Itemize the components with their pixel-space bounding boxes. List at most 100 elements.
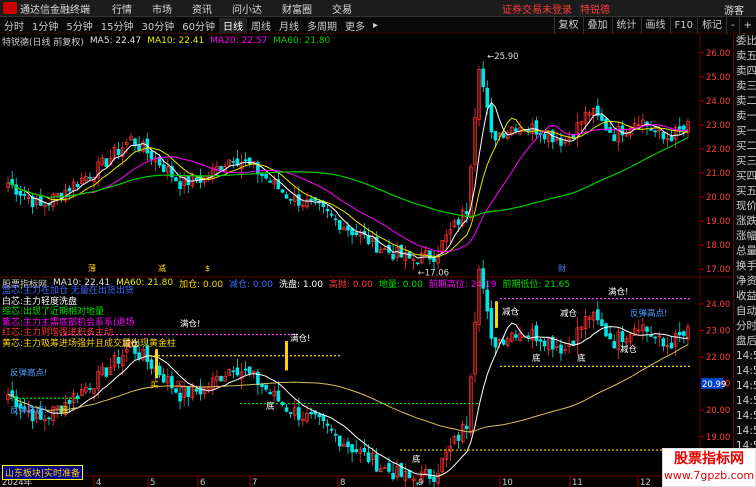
period-daily[interactable]: 日线	[218, 17, 247, 33]
menu-quotes[interactable]: 行情	[112, 1, 132, 16]
ind-candle-body	[653, 336, 657, 339]
restore-rights-button[interactable]: 复权	[553, 17, 583, 34]
side-item[interactable]: 盘后	[734, 334, 756, 349]
chart-canvas[interactable]: 26.00 25.00 24.00 23.00 22.00 21.00 20.00 19.00…	[0, 34, 733, 487]
high-price-label: ←25.90	[487, 52, 518, 62]
side-item[interactable]: 14:5	[734, 409, 756, 424]
side-item[interactable]: 买五	[734, 184, 756, 199]
period-monthly[interactable]: 月线	[275, 18, 303, 33]
ind-candle-body	[276, 390, 281, 402]
candle-body	[284, 194, 289, 199]
candle-body	[288, 198, 293, 201]
period-more[interactable]: 更多	[341, 18, 369, 33]
side-item[interactable]: 分时	[734, 319, 756, 334]
date-label: 8	[340, 478, 345, 487]
ind-candle-body	[501, 339, 506, 345]
menu-wealth[interactable]: 财富圈	[282, 1, 312, 16]
side-item[interactable]: 买四	[734, 169, 756, 184]
candle-body	[22, 194, 27, 196]
zoom-in-button[interactable]: +	[738, 17, 756, 34]
side-item[interactable]: 14:5	[734, 379, 756, 394]
menu-assistant[interactable]: 问小达	[232, 1, 262, 16]
signal-label: 底	[60, 405, 69, 416]
side-item[interactable]: 14:5	[734, 394, 756, 409]
side-item[interactable]: 卖五	[734, 49, 756, 64]
side-item[interactable]: 收益	[734, 289, 756, 304]
candle-body	[682, 125, 686, 130]
side-item[interactable]: 换手	[734, 259, 756, 274]
more-dropdown-icon[interactable]: ▸	[369, 20, 382, 31]
stats-button[interactable]: 统计	[611, 17, 641, 34]
note-white: 白芯:主力轻度洗盘	[2, 296, 78, 307]
signal-label: 买	[150, 381, 159, 391]
side-item[interactable]: 14:5	[734, 349, 756, 364]
trading-terminal: 通达信金融终端 行情 市场 资讯 问小达 财富圈 交易 证券交易未登录 特锐德 …	[0, 0, 756, 487]
draw-line-button[interactable]: 画线	[640, 17, 670, 34]
period-15min[interactable]: 15分钟	[97, 18, 138, 33]
candle-body	[174, 177, 178, 182]
guest-user[interactable]: 游客	[724, 2, 744, 17]
event-marker: 薄	[88, 263, 96, 273]
side-item[interactable]: 卖一	[734, 109, 756, 124]
side-item[interactable]: 14:5	[734, 364, 756, 379]
login-notice[interactable]: 证券交易未登录	[502, 1, 572, 16]
period-1min[interactable]: 1分钟	[28, 18, 62, 33]
period-30min[interactable]: 30分钟	[137, 18, 178, 33]
side-item[interactable]: 现价	[734, 199, 756, 214]
ind-candle-body	[596, 309, 600, 321]
side-item[interactable]: 买一	[734, 124, 756, 139]
side-item[interactable]: 买三	[734, 154, 756, 169]
sector-tag[interactable]: 山东板块|实时准备	[2, 465, 84, 480]
zoom-out-button[interactable]: -	[726, 17, 739, 34]
candle-body	[149, 151, 154, 160]
candle-body	[677, 126, 682, 130]
ind-candle-body	[317, 414, 322, 418]
ind-candle-body	[489, 308, 494, 339]
ind-candle-body	[333, 433, 338, 436]
menu-news[interactable]: 资讯	[192, 1, 212, 16]
menu-trade[interactable]: 交易	[332, 1, 352, 16]
overlay-button[interactable]: 叠加	[582, 17, 612, 34]
watermark-title: 股票指标网	[674, 451, 744, 467]
period-60min[interactable]: 60分钟	[178, 18, 219, 33]
ind-candle-body	[350, 444, 354, 453]
side-item[interactable]: 卖二	[734, 94, 756, 109]
price-tick-label: 25.00	[706, 73, 730, 83]
side-item[interactable]: 涨跌	[734, 214, 756, 229]
candle-body	[104, 158, 109, 167]
app-name: 通达信金融终端	[20, 4, 90, 16]
ind-candle-body	[88, 387, 92, 390]
signal-label: 减仓	[620, 344, 638, 355]
candle-body	[608, 127, 612, 133]
period-5min[interactable]: 5分钟	[62, 18, 96, 33]
side-item[interactable]: 涨幅	[734, 229, 756, 244]
candle-body	[669, 136, 674, 142]
event-marker: 财	[558, 263, 566, 273]
price-tick-label: 26.00	[706, 49, 730, 59]
period-weekly[interactable]: 周线	[247, 18, 275, 33]
side-item[interactable]: 买二	[734, 139, 756, 154]
period-multi[interactable]: 多周期	[303, 18, 341, 33]
side-item[interactable]: 总量	[734, 244, 756, 259]
candle-body	[161, 164, 166, 172]
candle-body	[432, 257, 436, 262]
ind-candle-body	[362, 447, 367, 452]
candle-body	[604, 118, 608, 131]
app-logo-icon	[3, 2, 17, 14]
side-item[interactable]: 委比	[734, 34, 756, 49]
mark-button[interactable]: 标记	[697, 17, 726, 34]
candle-body	[653, 130, 657, 133]
side-item[interactable]: 自动	[734, 304, 756, 319]
menu-market[interactable]: 市场	[152, 1, 172, 16]
ind-candle-body	[161, 374, 166, 383]
ind-candle-body	[374, 454, 379, 472]
signal-label: 减仓	[560, 308, 578, 319]
f10-button[interactable]: F10	[669, 17, 697, 34]
ind-candle-body	[677, 332, 682, 336]
side-item[interactable]: 净资	[734, 274, 756, 289]
period-timeshare[interactable]: 分时	[0, 18, 28, 33]
stock-name: 特锐德	[580, 4, 610, 16]
side-item[interactable]: 卖四	[734, 64, 756, 79]
side-item[interactable]: 卖三	[734, 79, 756, 94]
side-item[interactable]: 14:5	[734, 424, 756, 439]
